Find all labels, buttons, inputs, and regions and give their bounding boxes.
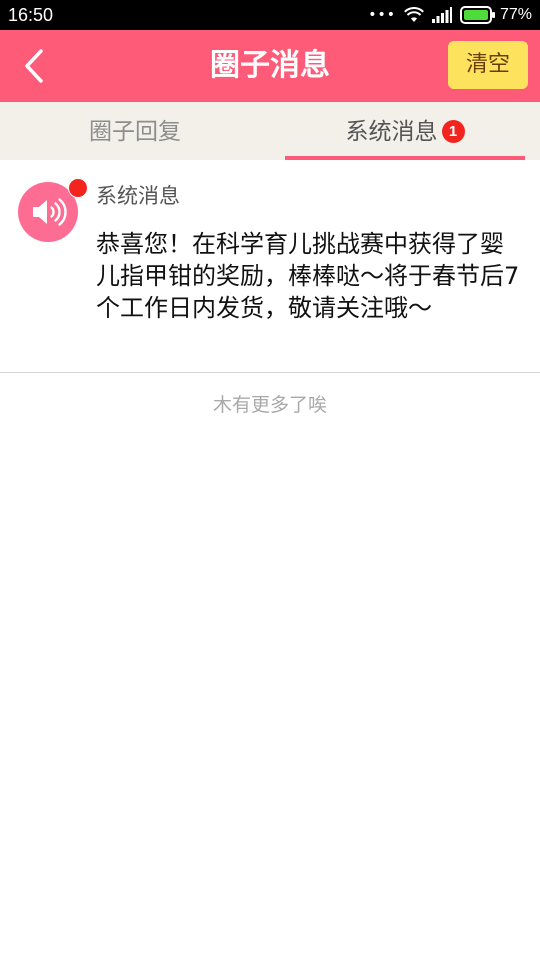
battery-percent: 77% bbox=[499, 6, 532, 23]
tab-system-messages[interactable]: 系统消息 1 bbox=[270, 102, 540, 160]
no-more-text: 木有更多了唉 bbox=[212, 394, 327, 416]
tab-circle-replies[interactable]: 圈子回复 bbox=[0, 102, 270, 160]
wifi-icon bbox=[404, 7, 424, 22]
tab-label: 系统消息 bbox=[345, 119, 438, 145]
tab-badge: 1 bbox=[441, 120, 465, 143]
tab-label: 圈子回复 bbox=[89, 119, 181, 145]
battery-icon bbox=[459, 6, 495, 24]
message-item[interactable]: 系统消息 恭喜您！在科学育儿挑战赛中获得了婴儿指甲钳的奖励，棒棒哒～将于春节后7… bbox=[0, 160, 540, 373]
status-bar: 16:50 ••• 77% bbox=[0, 0, 540, 30]
more-dots-icon: ••• bbox=[368, 7, 396, 23]
app-header: 圈子消息 清空 bbox=[0, 30, 540, 102]
tab-bar: 圈子回复 系统消息 1 bbox=[0, 102, 540, 160]
clear-button[interactable]: 清空 bbox=[448, 41, 528, 89]
message-body: 恭喜您！在科学育儿挑战赛中获得了婴儿指甲钳的奖励，棒棒哒～将于春节后7个工作日内… bbox=[96, 230, 520, 322]
unread-dot bbox=[68, 178, 88, 198]
message-sender: 系统消息 bbox=[96, 184, 180, 208]
screen: 16:50 ••• 77% 圈子消息 清空 圈子回复 系统消息 1 系统消息 恭… bbox=[0, 0, 540, 960]
signal-icon bbox=[431, 7, 452, 23]
status-icons: ••• 77% bbox=[360, 4, 532, 26]
status-time: 16:50 bbox=[8, 5, 54, 25]
